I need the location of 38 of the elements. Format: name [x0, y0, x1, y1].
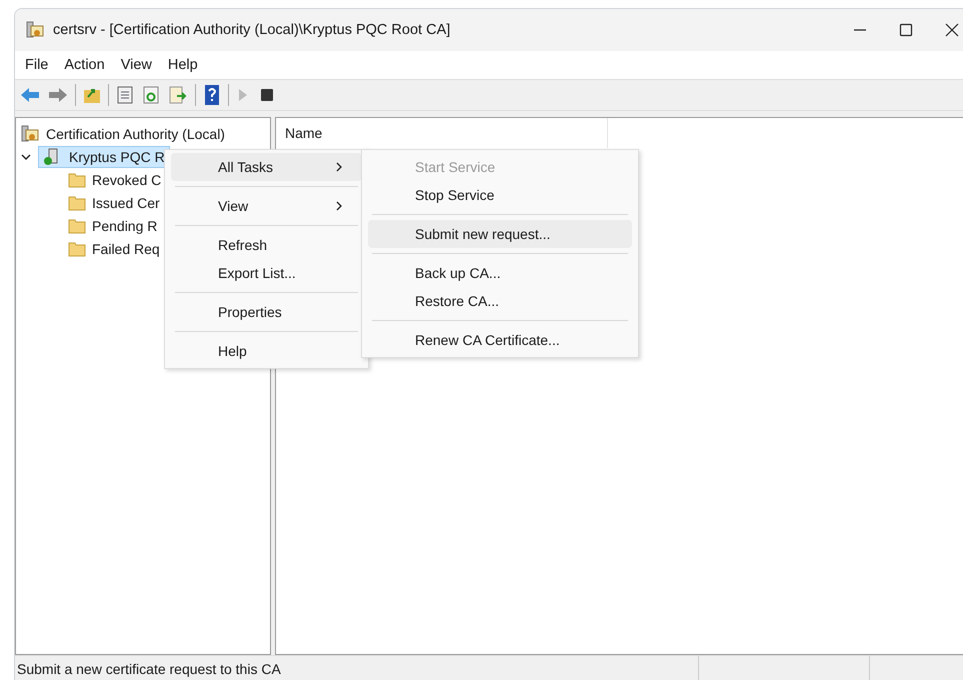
menu-item[interactable]: View — [112, 57, 160, 73]
menu-item[interactable]: Properties — [171, 298, 362, 326]
menu-item[interactable]: Stop Service — [368, 181, 632, 209]
tree-item[interactable]: Issued Cer — [92, 194, 160, 210]
column-header[interactable]: Name — [276, 118, 608, 148]
menu-item[interactable]: Back up CA... — [368, 259, 632, 287]
folder-icon — [68, 194, 86, 210]
folder-icon — [68, 172, 86, 188]
folder-icon — [68, 240, 86, 256]
menu-item[interactable]: Submit new request... — [368, 220, 632, 248]
export-icon[interactable] — [167, 85, 189, 105]
menu-item[interactable]: Help — [160, 57, 206, 73]
tree-item[interactable]: Failed Req — [92, 240, 160, 256]
folder-icon — [68, 218, 86, 234]
properties-icon[interactable] — [115, 85, 135, 105]
tree-item[interactable]: Pending R — [92, 218, 158, 234]
menu-item[interactable]: Export List... — [171, 259, 362, 287]
status-text: Submit a new certificate request to this CA — [16, 660, 282, 676]
menu-item[interactable]: Refresh — [171, 231, 362, 259]
back-arrow-icon[interactable] — [19, 85, 41, 105]
menu-item[interactable]: Renew CA Certificate... — [368, 326, 632, 354]
menu-item[interactable]: File — [17, 57, 56, 73]
menu-item[interactable]: View — [171, 192, 362, 220]
certificate-icon — [25, 20, 45, 40]
refresh-icon[interactable] — [141, 85, 161, 105]
tree-item[interactable]: Certification Authority (Local) — [46, 126, 225, 142]
help-icon[interactable] — [202, 84, 222, 106]
tree-item[interactable]: Revoked C — [92, 172, 162, 188]
chevron-right-icon — [334, 200, 344, 212]
menu-item[interactable]: Action — [56, 57, 113, 73]
window-title: certsrv - [Certification Authority (Local)\Kryptus PQC Root CA] — [53, 22, 452, 38]
chevron-right-icon — [334, 161, 344, 173]
tree-item[interactable]: Kryptus PQC R — [38, 146, 170, 168]
certificate-icon — [20, 124, 40, 142]
menu-item[interactable]: Restore CA... — [368, 287, 632, 315]
menu-item[interactable]: All Tasks — [171, 153, 362, 181]
forward-arrow-icon[interactable] — [47, 85, 69, 105]
menu-item[interactable]: Help — [171, 337, 362, 365]
